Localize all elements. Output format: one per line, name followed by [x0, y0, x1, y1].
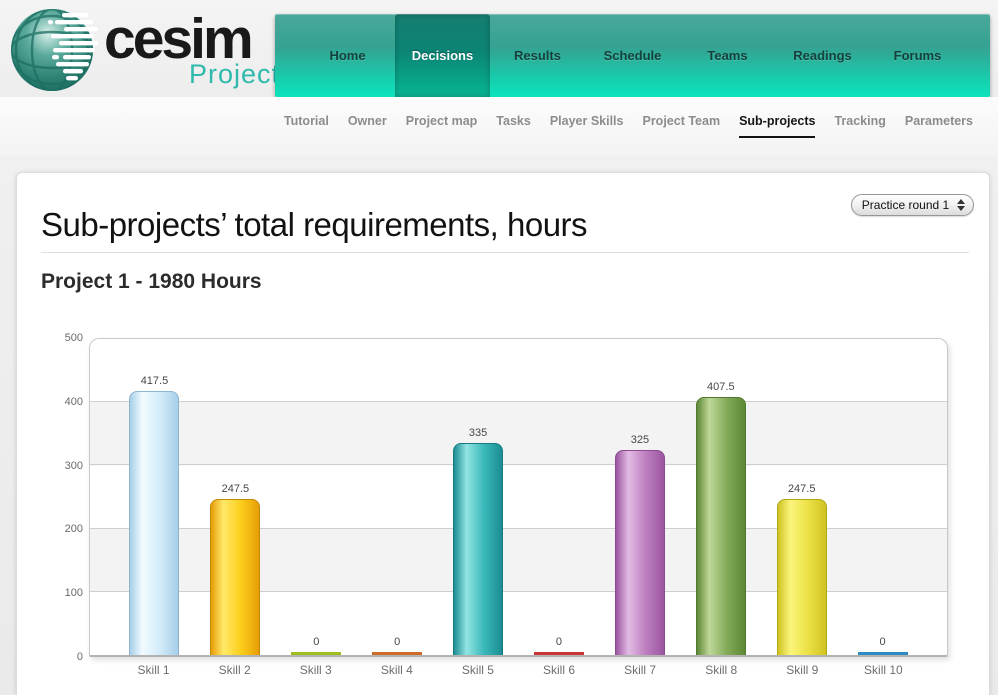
- x-tick-label: Skill 5: [437, 663, 518, 677]
- subnav-item-sub-projects[interactable]: Sub-projects: [739, 114, 815, 138]
- bar-value-label: 325: [631, 434, 649, 446]
- subnav-item-tracking[interactable]: Tracking: [834, 114, 885, 136]
- subnav-item-tutorial[interactable]: Tutorial: [284, 114, 329, 136]
- bar-value-label: 417.5: [141, 375, 169, 387]
- globe-icon: [8, 5, 98, 95]
- chart-x-axis: Skill 1Skill 2Skill 3Skill 4Skill 5Skill…: [89, 663, 948, 677]
- y-tick-label: 500: [65, 332, 83, 344]
- subnav-item-project-team[interactable]: Project Team: [642, 114, 720, 136]
- chart-subtitle: Project 1 - 1980 Hours: [41, 270, 262, 294]
- bar-value-label: 335: [469, 427, 487, 439]
- x-tick-label: Skill 6: [518, 663, 599, 677]
- nav-tab-teams[interactable]: Teams: [680, 14, 775, 97]
- bar-value-label: 247.5: [222, 483, 250, 495]
- bar-column-skill-8: 407.5: [680, 339, 761, 655]
- bar-value-label: 247.5: [788, 483, 816, 495]
- top-banner: cesim Project HomeDecisionsResultsSchedu…: [0, 0, 998, 97]
- chart-y-axis: 0100200300400500: [17, 338, 83, 657]
- arrow-up-icon: [957, 199, 965, 204]
- nav-tab-results[interactable]: Results: [490, 14, 585, 97]
- subnav-item-player-skills[interactable]: Player Skills: [550, 114, 624, 136]
- bar-skill-6: [534, 652, 584, 655]
- x-tick-label: Skill 1: [113, 663, 194, 677]
- round-selector[interactable]: Practice round 1: [851, 194, 974, 216]
- bar-skill-5: [453, 443, 503, 655]
- subnav-item-project-map[interactable]: Project map: [406, 114, 478, 136]
- x-tick-label: Skill 3: [275, 663, 356, 677]
- bar-value-label: 407.5: [707, 381, 735, 393]
- nav-tab-decisions[interactable]: Decisions: [395, 14, 490, 97]
- arrow-down-icon: [957, 206, 965, 211]
- round-selector-value: Practice round 1: [852, 198, 955, 212]
- bar-column-skill-3: 0: [276, 339, 357, 655]
- bar-column-skill-5: 335: [438, 339, 519, 655]
- bar-column-skill-4: 0: [357, 339, 438, 655]
- chart-plot-area: 417.5 247.5 0 0 335 0 325 407.5 247.5 0: [89, 338, 948, 657]
- bar-skill-8: [696, 397, 746, 655]
- main-nav: HomeDecisionsResultsScheduleTeamsReading…: [275, 14, 990, 97]
- bar-value-label: 0: [313, 636, 319, 648]
- bar-column-skill-6: 0: [519, 339, 600, 655]
- bar-column-skill-7: 325: [599, 339, 680, 655]
- x-tick-label: Skill 10: [843, 663, 924, 677]
- bar-column-skill-10: 0: [842, 339, 923, 655]
- nav-tab-readings[interactable]: Readings: [775, 14, 870, 97]
- sub-nav: Tutorial Owner Project map Tasks Player Skil…: [0, 97, 998, 157]
- page-title: Sub-projects’ total requirements, hours: [41, 206, 587, 244]
- y-tick-label: 100: [65, 587, 83, 599]
- x-tick-label: Skill 8: [681, 663, 762, 677]
- bar-skill-2: [210, 499, 260, 655]
- bar-value-label: 0: [880, 636, 886, 648]
- y-tick-label: 200: [65, 523, 83, 535]
- content-card: Practice round 1 Sub-projects’ total req…: [16, 172, 990, 695]
- y-tick-label: 0: [77, 651, 83, 663]
- bar-skill-7: [615, 450, 665, 655]
- subnav-item-parameters[interactable]: Parameters: [905, 114, 973, 136]
- y-tick-label: 300: [65, 460, 83, 472]
- bar-value-label: 0: [556, 636, 562, 648]
- bar-column-skill-9: 247.5: [761, 339, 842, 655]
- x-tick-label: Skill 2: [194, 663, 275, 677]
- title-divider: [41, 252, 969, 253]
- bar-skill-10: [858, 652, 908, 655]
- x-tick-label: Skill 4: [356, 663, 437, 677]
- x-tick-label: Skill 7: [600, 663, 681, 677]
- chart-bars: 417.5 247.5 0 0 335 0 325 407.5 247.5 0: [90, 339, 947, 655]
- bar-column-skill-1: 417.5: [114, 339, 195, 655]
- stepper-arrows-icon: [955, 199, 973, 211]
- cesim-logo[interactable]: cesim Project: [8, 5, 273, 95]
- subnav-item-tasks[interactable]: Tasks: [496, 114, 531, 136]
- bar-skill-3: [291, 652, 341, 655]
- nav-tab-forums[interactable]: Forums: [870, 14, 965, 97]
- bar-column-skill-2: 247.5: [195, 339, 276, 655]
- subnav-item-owner[interactable]: Owner: [348, 114, 387, 136]
- y-tick-label: 400: [65, 396, 83, 408]
- bar-skill-1: [129, 391, 179, 655]
- bar-skill-4: [372, 652, 422, 655]
- nav-tab-home[interactable]: Home: [300, 14, 395, 97]
- bar-skill-9: [777, 499, 827, 655]
- nav-tab-schedule[interactable]: Schedule: [585, 14, 680, 97]
- x-tick-label: Skill 9: [762, 663, 843, 677]
- bar-value-label: 0: [394, 636, 400, 648]
